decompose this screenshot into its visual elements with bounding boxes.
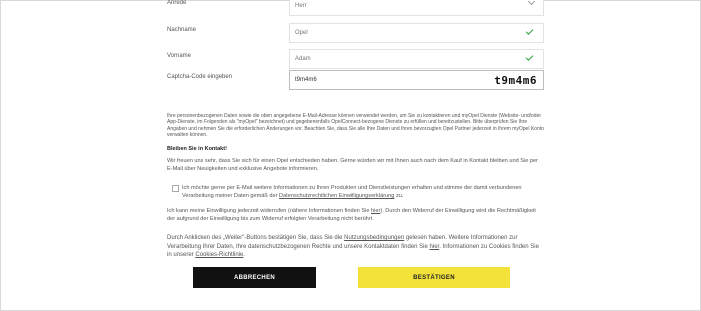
lastname-row: Nachname Opel <box>167 23 544 43</box>
check-icon <box>525 27 534 35</box>
contact-heading: Bleiben Sie in Kontakt! <box>167 146 227 152</box>
revoke-text-part1: Ich kann meine Einwilligung jederzeit wi… <box>167 208 370 214</box>
captcha-value: t9m4m6 <box>295 77 317 83</box>
chevron-down-icon <box>527 0 536 6</box>
firstname-label: Vorname <box>167 53 192 59</box>
salutation-row: Anrede Herr <box>167 0 544 16</box>
page-frame <box>0 0 701 311</box>
terms-of-use-link[interactable]: Nutzungsbedingungen <box>344 235 404 241</box>
consent-declaration-link[interactable]: Datenschutzrechtlichen Einwilligungserkl… <box>279 193 394 199</box>
captcha-row: Captcha-Code eingeben t9m4m6 t9m4m6 <box>167 70 544 90</box>
privacy-info-link[interactable]: hier <box>430 244 440 250</box>
firstname-value: Adam <box>295 56 311 62</box>
lastname-label: Nachname <box>167 27 197 33</box>
captcha-label: Captcha-Code eingeben <box>167 74 233 80</box>
terms-text: Durch Anklicken des „Weiter"-Buttons bes… <box>167 234 545 260</box>
salutation-label: Anrede <box>167 0 187 6</box>
contact-intro: Wir freuen uns sehr, dass Sie sich für e… <box>167 158 538 173</box>
captcha-field[interactable]: t9m4m6 t9m4m6 <box>289 70 544 90</box>
salutation-value: Herr <box>295 3 307 9</box>
terms-text-part1: Durch Anklicken des „Weiter"-Buttons bes… <box>167 235 343 241</box>
firstname-row: Vorname Adam <box>167 49 544 69</box>
consent-text: Ich möchte gerne per E-Mail weitere Info… <box>182 184 542 200</box>
terms-text-part4: . <box>243 252 246 259</box>
lastname-field[interactable]: Opel <box>289 23 544 43</box>
captcha-image: t9m4m6 <box>494 74 537 87</box>
check-icon <box>525 53 534 61</box>
confirm-button[interactable]: BESTÄTIGEN <box>358 267 510 288</box>
revoke-text: Ich kann meine Einwilligung jederzeit wi… <box>167 207 545 223</box>
email-consent-checkbox[interactable] <box>172 185 179 192</box>
privacy-text: Ihre personenbezogenen Daten sowie die o… <box>167 113 544 139</box>
revoke-info-link[interactable]: hier <box>371 208 380 214</box>
cookie-policy-link[interactable]: Cookies-Richtlinie <box>195 252 243 258</box>
lastname-value: Opel <box>295 30 308 36</box>
salutation-select[interactable]: Herr <box>289 0 544 16</box>
consent-text-end: zu. <box>395 193 404 200</box>
cancel-button[interactable]: ABBRECHEN <box>193 267 316 288</box>
firstname-field[interactable]: Adam <box>289 49 544 69</box>
